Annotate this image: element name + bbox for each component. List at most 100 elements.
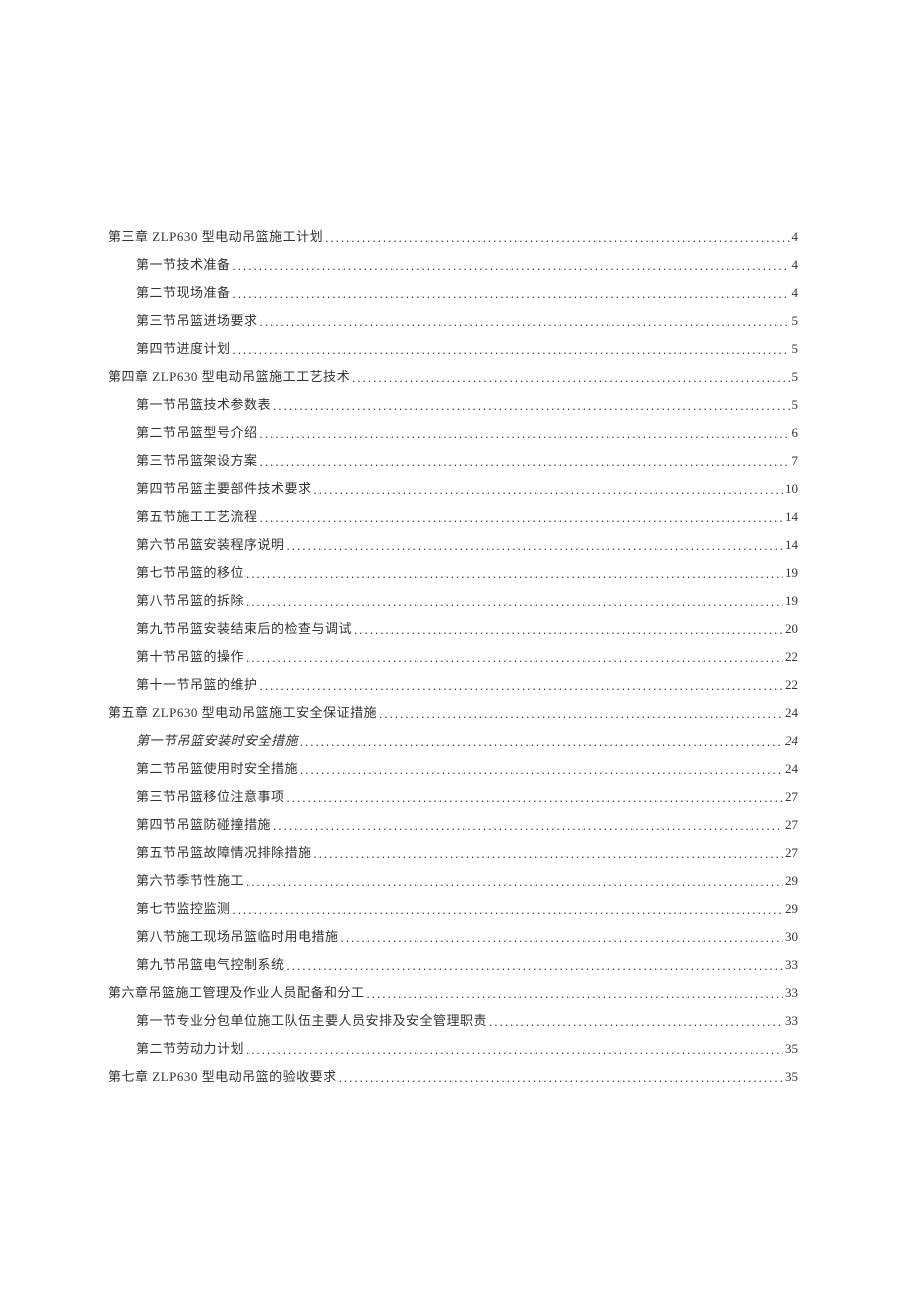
toc-entry-page: 5 bbox=[792, 398, 799, 411]
toc-entry: 第七节监控监测 29 bbox=[108, 902, 798, 915]
toc-entry: 第一节吊篮技术参数表 5 bbox=[108, 398, 798, 411]
toc-entry-title: 第六节季节性施工 bbox=[136, 874, 244, 887]
toc-leader-dots bbox=[260, 315, 790, 328]
toc-entry: 第六节季节性施工 29 bbox=[108, 874, 798, 887]
toc-entry-title: 第四章 ZLP630 型电动吊篮施工工艺技术 bbox=[108, 370, 350, 383]
toc-entry-title: 第十节吊篮的操作 bbox=[136, 650, 244, 663]
toc-entry-page: 27 bbox=[785, 846, 798, 859]
toc-leader-dots bbox=[300, 763, 783, 776]
toc-entry-page: 33 bbox=[785, 1014, 798, 1027]
toc-entry: 第九节吊篮安装结束后的检查与调试 20 bbox=[108, 622, 798, 635]
toc-leader-dots bbox=[260, 427, 790, 440]
toc-leader-dots bbox=[287, 791, 783, 804]
document-page: 第三章 ZLP630 型电动吊篮施工计划4第一节技术准备4第二节现场准备4第三节… bbox=[0, 0, 920, 1301]
toc-entry: 第二节吊篮使用时安全措施24 bbox=[108, 762, 798, 775]
toc-leader-dots bbox=[260, 511, 783, 524]
toc-leader-dots bbox=[233, 287, 790, 300]
toc-entry-page: 35 bbox=[785, 1042, 798, 1055]
toc-entry-title: 第十一节吊篮的维护 bbox=[136, 678, 258, 691]
toc-entry-page: 4 bbox=[792, 286, 799, 299]
toc-entry-title: 第五节吊篮故障情况排除措施 bbox=[136, 846, 312, 859]
toc-leader-dots bbox=[273, 819, 783, 832]
toc-entry: 第七节吊篮的移位19 bbox=[108, 566, 798, 579]
toc-leader-dots bbox=[354, 623, 783, 636]
toc-entry: 第八节吊篮的拆除19 bbox=[108, 594, 798, 607]
toc-entry-page: 20 bbox=[785, 622, 798, 635]
toc-leader-dots bbox=[339, 1071, 783, 1084]
toc-entry-title: 第一节吊篮技术参数表 bbox=[136, 398, 271, 411]
toc-entry-page: 27 bbox=[785, 790, 798, 803]
toc-entry-title: 第一节专业分包单位施工队伍主要人员安排及安全管理职责 bbox=[136, 1014, 487, 1027]
toc-entry-title: 第三章 ZLP630 型电动吊篮施工计划 bbox=[108, 230, 323, 243]
toc-leader-dots bbox=[287, 539, 783, 552]
toc-entry-title: 第八节吊篮的拆除 bbox=[136, 594, 244, 607]
toc-entry-page: 22 bbox=[785, 650, 798, 663]
toc-entry: 第四节吊篮主要部件技术要求 10 bbox=[108, 482, 798, 495]
toc-entry-title: 第五章 ZLP630 型电动吊篮施工安全保证措施 bbox=[108, 706, 377, 719]
toc-entry-title: 第三节吊篮进场要求 bbox=[136, 314, 258, 327]
table-of-contents: 第三章 ZLP630 型电动吊篮施工计划4第一节技术准备4第二节现场准备4第三节… bbox=[108, 230, 798, 1083]
toc-entry: 第八节施工现场吊篮临时用电措施 30 bbox=[108, 930, 798, 943]
toc-entry-title: 第六章吊篮施工管理及作业人员配备和分工 bbox=[108, 986, 365, 999]
toc-entry-title: 第七章 ZLP630 型电动吊篮的验收要求 bbox=[108, 1070, 337, 1083]
toc-entry-title: 第四节吊篮主要部件技术要求 bbox=[136, 482, 312, 495]
toc-entry-page: 33 bbox=[785, 958, 798, 971]
toc-entry: 第五节施工工艺流程 14 bbox=[108, 510, 798, 523]
toc-entry-page: 27 bbox=[785, 818, 798, 831]
toc-leader-dots bbox=[273, 399, 789, 412]
toc-leader-dots bbox=[352, 371, 789, 384]
toc-entry-title: 第二节吊篮使用时安全措施 bbox=[136, 762, 298, 775]
toc-entry: 第十节吊篮的操作 22 bbox=[108, 650, 798, 663]
toc-entry: 第四节吊篮防碰撞措施 27 bbox=[108, 818, 798, 831]
toc-leader-dots bbox=[379, 707, 783, 720]
toc-entry-page: 5 bbox=[792, 342, 799, 355]
toc-entry: 第二节现场准备4 bbox=[108, 286, 798, 299]
toc-entry: 第三章 ZLP630 型电动吊篮施工计划 4 bbox=[108, 230, 798, 243]
toc-entry-page: 22 bbox=[785, 678, 798, 691]
toc-entry-page: 4 bbox=[792, 258, 799, 271]
toc-entry-title: 第八节施工现场吊篮临时用电措施 bbox=[136, 930, 339, 943]
toc-entry-title: 第七节监控监测 bbox=[136, 902, 231, 915]
toc-entry-page: 7 bbox=[792, 454, 799, 467]
toc-entry: 第七章 ZLP630 型电动吊篮的验收要求35 bbox=[108, 1070, 798, 1083]
toc-entry: 第四节进度计划 5 bbox=[108, 342, 798, 355]
toc-leader-dots bbox=[300, 735, 783, 748]
toc-entry: 第一节技术准备4 bbox=[108, 258, 798, 271]
toc-entry: 第六节吊篮安装程序说明 14 bbox=[108, 538, 798, 551]
toc-entry-title: 第四节进度计划 bbox=[136, 342, 231, 355]
toc-entry-page: 4 bbox=[792, 230, 799, 243]
toc-entry-page: 29 bbox=[785, 874, 798, 887]
toc-leader-dots bbox=[233, 343, 790, 356]
toc-entry-title: 第九节吊篮安装结束后的检查与调试 bbox=[136, 622, 352, 635]
toc-leader-dots bbox=[341, 931, 783, 944]
toc-entry-page: 5 bbox=[792, 370, 799, 383]
toc-leader-dots bbox=[246, 567, 783, 580]
toc-entry-page: 19 bbox=[785, 566, 798, 579]
toc-entry: 第二节劳动力计划35 bbox=[108, 1042, 798, 1055]
toc-entry-page: 24 bbox=[785, 734, 798, 747]
toc-entry-page: 33 bbox=[785, 986, 798, 999]
toc-entry-title: 第四节吊篮防碰撞措施 bbox=[136, 818, 271, 831]
toc-entry: 第一节吊篮安装时安全措施24 bbox=[108, 734, 798, 747]
toc-entry-title: 第二节吊篮型号介绍 bbox=[136, 426, 258, 439]
toc-entry: 第五章 ZLP630 型电动吊篮施工安全保证措施24 bbox=[108, 706, 798, 719]
toc-leader-dots bbox=[314, 483, 783, 496]
toc-entry-title: 第五节施工工艺流程 bbox=[136, 510, 258, 523]
toc-leader-dots bbox=[260, 679, 783, 692]
toc-entry: 第三节吊篮进场要求5 bbox=[108, 314, 798, 327]
toc-entry-page: 29 bbox=[785, 902, 798, 915]
toc-entry: 第三节吊篮架设方案7 bbox=[108, 454, 798, 467]
toc-leader-dots bbox=[489, 1015, 783, 1028]
toc-entry-page: 10 bbox=[785, 482, 798, 495]
toc-entry-page: 14 bbox=[785, 510, 798, 523]
toc-entry-page: 14 bbox=[785, 538, 798, 551]
toc-leader-dots bbox=[260, 455, 790, 468]
toc-leader-dots bbox=[246, 651, 783, 664]
toc-leader-dots bbox=[233, 903, 783, 916]
toc-leader-dots bbox=[233, 259, 790, 272]
toc-entry-title: 第三节吊篮移位注意事项 bbox=[136, 790, 285, 803]
toc-entry: 第四章 ZLP630 型电动吊篮施工工艺技术 5 bbox=[108, 370, 798, 383]
toc-leader-dots bbox=[246, 1043, 783, 1056]
toc-entry-title: 第六节吊篮安装程序说明 bbox=[136, 538, 285, 551]
toc-entry-page: 30 bbox=[785, 930, 798, 943]
